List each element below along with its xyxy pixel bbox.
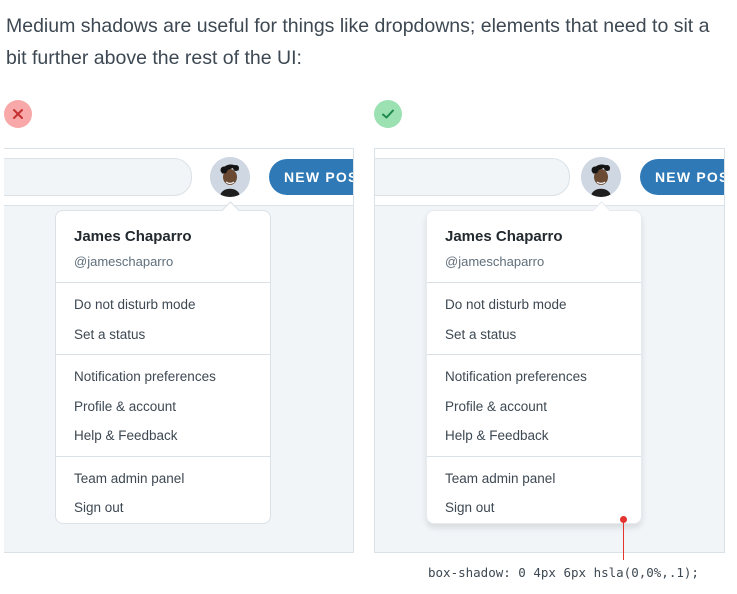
incorrect-badge [4,100,32,128]
check-icon [382,109,394,119]
new-post-button[interactable]: NEW POST [269,159,353,195]
search-input[interactable] [4,158,192,196]
menu-item-team-admin[interactable]: Team admin panel [56,464,270,494]
app-header: NEW POST [4,149,353,206]
menu-item-sign-out[interactable]: Sign out [427,493,641,523]
menu-item-notification-preferences[interactable]: Notification preferences [427,362,641,392]
menu-group: Team admin panel Sign out [427,457,641,528]
good-example-panel: NEW POST James Chaparro @jameschaparro D… [374,148,725,553]
user-name: James Chaparro [445,228,563,245]
menu-item-set-status[interactable]: Set a status [56,320,270,350]
menu-item-do-not-disturb[interactable]: Do not disturb mode [427,290,641,320]
dropdown-header: James Chaparro @jameschaparro [56,211,270,283]
annotation-pointer-line [623,519,624,560]
avatar[interactable] [210,157,250,197]
menu-item-notification-preferences[interactable]: Notification preferences [56,362,270,392]
menu-item-profile-account[interactable]: Profile & account [427,392,641,422]
user-handle: @jameschaparro [445,254,545,269]
menu-item-help-feedback[interactable]: Help & Feedback [427,421,641,451]
account-dropdown: James Chaparro @jameschaparro Do not dis… [426,201,642,524]
menu-item-team-admin[interactable]: Team admin panel [427,464,641,494]
avatar[interactable] [581,157,621,197]
menu-group: Do not disturb mode Set a status [56,283,270,355]
menu-item-help-feedback[interactable]: Help & Feedback [56,421,270,451]
user-photo-icon [581,157,621,197]
search-input[interactable] [375,158,570,196]
account-dropdown: James Chaparro @jameschaparro Do not dis… [55,201,271,524]
menu-group: Notification preferences Profile & accou… [56,355,270,457]
new-post-button[interactable]: NEW POST [640,159,724,195]
menu-group: Notification preferences Profile & accou… [427,355,641,457]
menu-item-profile-account[interactable]: Profile & account [56,392,270,422]
correct-badge [374,100,402,128]
bad-example-panel: NEW POST James Chaparro @jameschaparro D… [4,148,354,553]
menu-item-sign-out[interactable]: Sign out [56,493,270,523]
menu-group: Do not disturb mode Set a status [427,283,641,355]
user-photo-icon [210,157,250,197]
x-icon [13,109,23,119]
intro-text: Medium shadows are useful for things lik… [6,15,710,69]
user-handle: @jameschaparro [74,254,174,269]
app-header: NEW POST [375,149,724,206]
css-annotation: box-shadow: 0 4px 6px hsla(0,0%,.1); [428,565,699,580]
menu-item-do-not-disturb[interactable]: Do not disturb mode [56,290,270,320]
dropdown-header: James Chaparro @jameschaparro [427,211,641,283]
user-name: James Chaparro [74,228,192,245]
menu-group: Team admin panel Sign out [56,457,270,528]
menu-item-set-status[interactable]: Set a status [427,320,641,350]
